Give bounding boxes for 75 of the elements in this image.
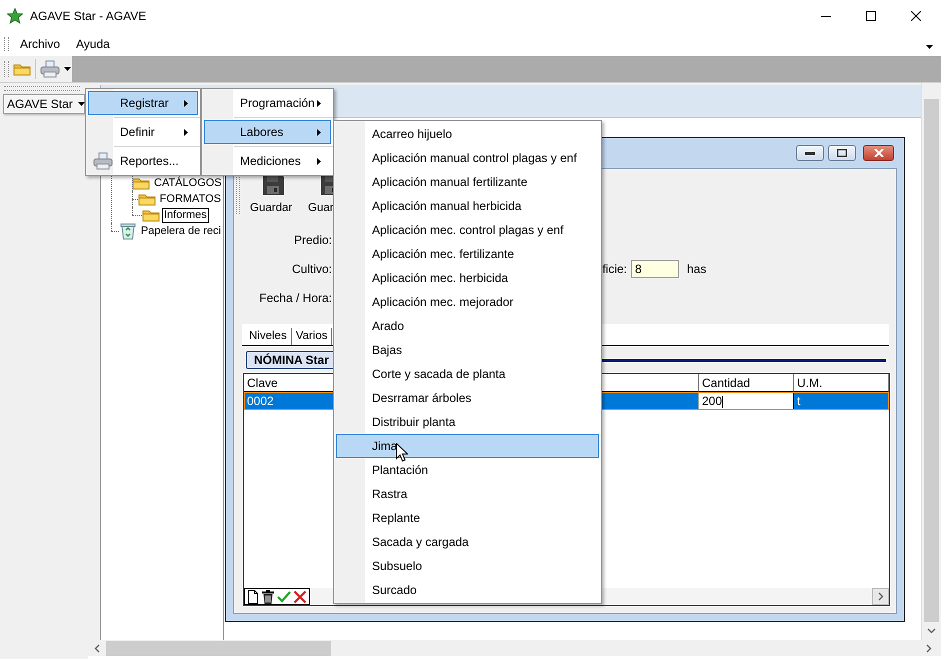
submenu-arrow-icon <box>184 100 188 106</box>
recycle-bin-icon <box>118 222 137 240</box>
menu-item[interactable]: Replante <box>336 506 599 530</box>
new-document-icon[interactable] <box>247 590 259 604</box>
tab[interactable]: Varios <box>292 328 332 345</box>
menu-item[interactable]: Aplicación manual control plagas y enf <box>336 146 599 170</box>
caret-icon[interactable] <box>78 102 85 106</box>
column-header[interactable]: Cantidad <box>699 374 794 392</box>
menu-item[interactable]: Mediciones <box>204 149 331 173</box>
menu-item[interactable]: Subsuelo <box>336 554 599 578</box>
print-dropdown-icon[interactable] <box>64 67 71 71</box>
menu-item[interactable]: Aplicación mec. fertilizante <box>336 242 599 266</box>
printer-icon <box>92 152 112 170</box>
cell-editor[interactable]: 200 <box>699 392 794 410</box>
input-field[interactable]: 8 <box>631 260 679 278</box>
menu-item[interactable]: Arado <box>336 314 599 338</box>
tree-item[interactable]: FORMATOS <box>158 192 223 206</box>
menu-item[interactable]: Aplicación mec. herbicida <box>336 266 599 290</box>
scroll-down-icon[interactable] <box>927 626 936 635</box>
scroll-right-icon[interactable] <box>876 592 885 601</box>
scrollbar-thumb[interactable] <box>924 99 939 622</box>
field-label: ficie: <box>601 262 627 276</box>
close-icon[interactable] <box>910 10 920 20</box>
menu-item[interactable]: Aplicación mec. mejorador <box>336 290 599 314</box>
folder-icon <box>138 192 156 206</box>
menu-item[interactable]: Labores <box>204 120 331 144</box>
field-label: Cultivo: <box>290 262 332 276</box>
check-icon[interactable] <box>277 590 291 604</box>
column-header[interactable]: U.M. <box>794 374 889 392</box>
menu-item[interactable]: Plantación <box>336 458 599 482</box>
submenu-arrow-icon <box>317 100 321 106</box>
maximize-icon[interactable] <box>866 10 876 20</box>
submenu-arrow-icon <box>317 128 321 136</box>
menu-item[interactable]: Registrar <box>88 91 198 115</box>
folder-icon <box>132 176 150 190</box>
menu-item[interactable]: Reportes... <box>88 149 198 173</box>
scroll-right-icon[interactable] <box>924 644 933 652</box>
tree-item[interactable]: Informes <box>162 208 209 222</box>
menu-bar-caret-icon[interactable] <box>926 44 933 48</box>
minimize-icon[interactable] <box>805 151 815 155</box>
field-label: Fecha / Hora: <box>258 290 332 304</box>
tree-item[interactable]: Papelera de reci <box>138 224 223 238</box>
tab[interactable]: Niveles <box>245 328 292 345</box>
submenu-arrow-icon <box>317 158 321 164</box>
trash-icon[interactable] <box>261 590 275 604</box>
folder-icon <box>142 208 160 222</box>
menu-item[interactable]: Aplicación manual herbicida <box>336 194 599 218</box>
menu-item[interactable]: Definir <box>88 120 198 144</box>
menu-item[interactable]: Programación <box>204 91 331 115</box>
scrollbar-thumb[interactable] <box>106 640 331 656</box>
menu-item[interactable]: Corte y sacada de planta <box>336 362 599 386</box>
menu-item[interactable]: Bajas <box>336 338 599 362</box>
submenu-arrow-icon <box>184 128 188 136</box>
menu-item[interactable]: Aplicación manual fertilizante <box>336 170 599 194</box>
tree-item[interactable]: CATÁLOGOS <box>152 176 224 190</box>
scroll-left-icon[interactable] <box>93 644 102 652</box>
restore-icon[interactable] <box>837 149 847 157</box>
menu-item[interactable]: Acarreo hijuelo <box>336 122 599 146</box>
app-menu-button[interactable]: AGAVE Star <box>3 94 85 114</box>
field-label: Predio: <box>292 233 332 247</box>
menu-item[interactable]: Distribuir planta <box>336 410 599 434</box>
table-cell: t <box>794 392 889 410</box>
mouse-pointer-icon <box>396 443 408 462</box>
menu-item[interactable]: Aplicación mec. control plagas y enf <box>336 218 599 242</box>
window-title: AGAVE Star - AGAVE <box>30 8 146 22</box>
menu-item[interactable]: Surcado <box>336 578 599 602</box>
menu-item[interactable]: Archivo <box>12 34 68 52</box>
menu-item[interactable]: Sacada y cargada <box>336 530 599 554</box>
star-icon <box>7 8 23 24</box>
menu-item[interactable]: Ayuda <box>68 34 118 52</box>
open-folder-icon[interactable] <box>13 62 31 76</box>
cancel-icon[interactable] <box>293 590 307 604</box>
unit-label: has <box>687 262 706 276</box>
menu-item[interactable]: Rastra <box>336 482 599 506</box>
menu-item[interactable]: Jima <box>336 434 599 458</box>
